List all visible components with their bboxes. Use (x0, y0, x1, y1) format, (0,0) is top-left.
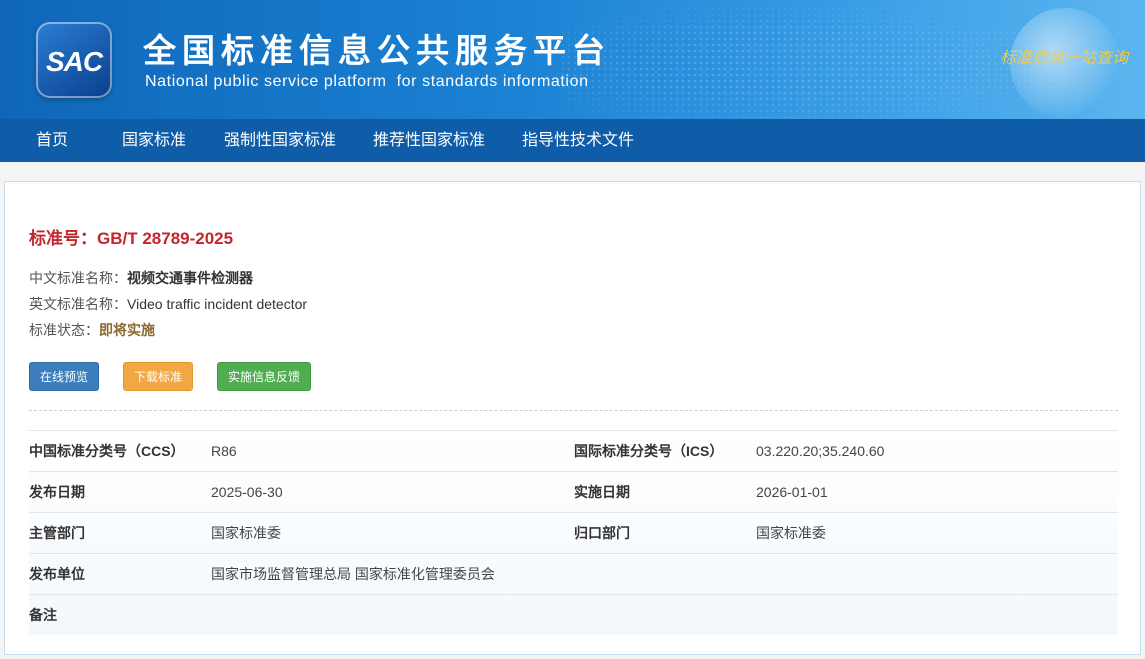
publish-date-value: 2025-06-30 (211, 484, 283, 500)
en-name-label: 英文标准名称： (29, 296, 127, 312)
logo-text: SAC (45, 46, 103, 77)
cn-name-line: 中文标准名称：视频交通事件检测器 (29, 268, 253, 288)
table-row: 发布日期 2025-06-30 实施日期 2026-01-01 (29, 471, 1118, 512)
divider (29, 410, 1118, 411)
site-subtitle: National public service platform for sta… (145, 73, 589, 90)
status-line: 标准状态：即将实施 (29, 320, 155, 340)
header-banner: SAC 全国标准信息公共服务平台 National public service… (0, 0, 1145, 119)
ccs-label: 中国标准分类号（CCS） (29, 443, 185, 459)
status-badge: 即将实施 (99, 322, 155, 338)
online-preview-button[interactable]: 在线预览 (29, 362, 99, 391)
cn-name-label: 中文标准名称： (29, 270, 127, 286)
competent-dept-label: 主管部门 (29, 525, 85, 541)
responsible-dept-label: 归口部门 (574, 525, 630, 541)
sac-logo[interactable]: SAC (36, 22, 112, 98)
table-row: 中国标准分类号（CCS） R86 国际标准分类号（ICS） 03.220.20;… (29, 430, 1118, 471)
standard-detail-panel: 标准号：GB/T 28789-2025 中文标准名称：视频交通事件检测器 英文标… (4, 181, 1141, 655)
nav-item-national-standards[interactable]: 国家标准 (122, 119, 186, 162)
download-standard-button[interactable]: 下载标准 (123, 362, 193, 391)
en-name-line: 英文标准名称：Video traffic incident detector (29, 294, 307, 314)
en-name-value: Video traffic incident detector (127, 296, 308, 312)
standard-number-value: GB/T 28789-2025 (97, 229, 234, 248)
standard-number-label: 标准号： (29, 229, 97, 248)
nav-item-recommended-standards[interactable]: 推荐性国家标准 (373, 119, 485, 162)
remarks-label: 备注 (29, 607, 57, 623)
standard-number: 标准号：GB/T 28789-2025 (29, 224, 233, 249)
details-table: 中国标准分类号（CCS） R86 国际标准分类号（ICS） 03.220.20;… (29, 430, 1118, 635)
table-row: 发布单位 国家市场监督管理总局 国家标准化管理委员会 (29, 553, 1118, 594)
nav-item-technical-documents[interactable]: 指导性技术文件 (522, 119, 634, 162)
ccs-value: R86 (211, 443, 237, 459)
implement-date-value: 2026-01-01 (756, 484, 828, 500)
ics-label: 国际标准分类号（ICS） (574, 443, 724, 459)
site-title: 全国标准信息公共服务平台 (143, 31, 611, 70)
table-row: 主管部门 国家标准委 归口部门 国家标准委 (29, 512, 1118, 553)
table-row: 备注 (29, 594, 1118, 635)
publisher-value: 国家市场监督管理总局 国家标准化管理委员会 (211, 566, 495, 582)
publisher-label: 发布单位 (29, 566, 85, 582)
implement-date-label: 实施日期 (574, 484, 630, 500)
responsible-dept-value: 国家标准委 (756, 525, 826, 541)
nav-item-home[interactable]: 首页 (36, 119, 68, 162)
slogan: 标准信息一站查询 (1000, 48, 1129, 67)
implementation-feedback-button[interactable]: 实施信息反馈 (217, 362, 311, 391)
nav-item-mandatory-standards[interactable]: 强制性国家标准 (224, 119, 336, 162)
publish-date-label: 发布日期 (29, 484, 85, 500)
cn-name-value: 视频交通事件检测器 (127, 270, 253, 286)
competent-dept-value: 国家标准委 (211, 525, 281, 541)
main-nav: 首页 国家标准 强制性国家标准 推荐性国家标准 指导性技术文件 (0, 119, 1145, 162)
status-label: 标准状态： (29, 322, 99, 338)
ics-value: 03.220.20;35.240.60 (756, 443, 885, 459)
